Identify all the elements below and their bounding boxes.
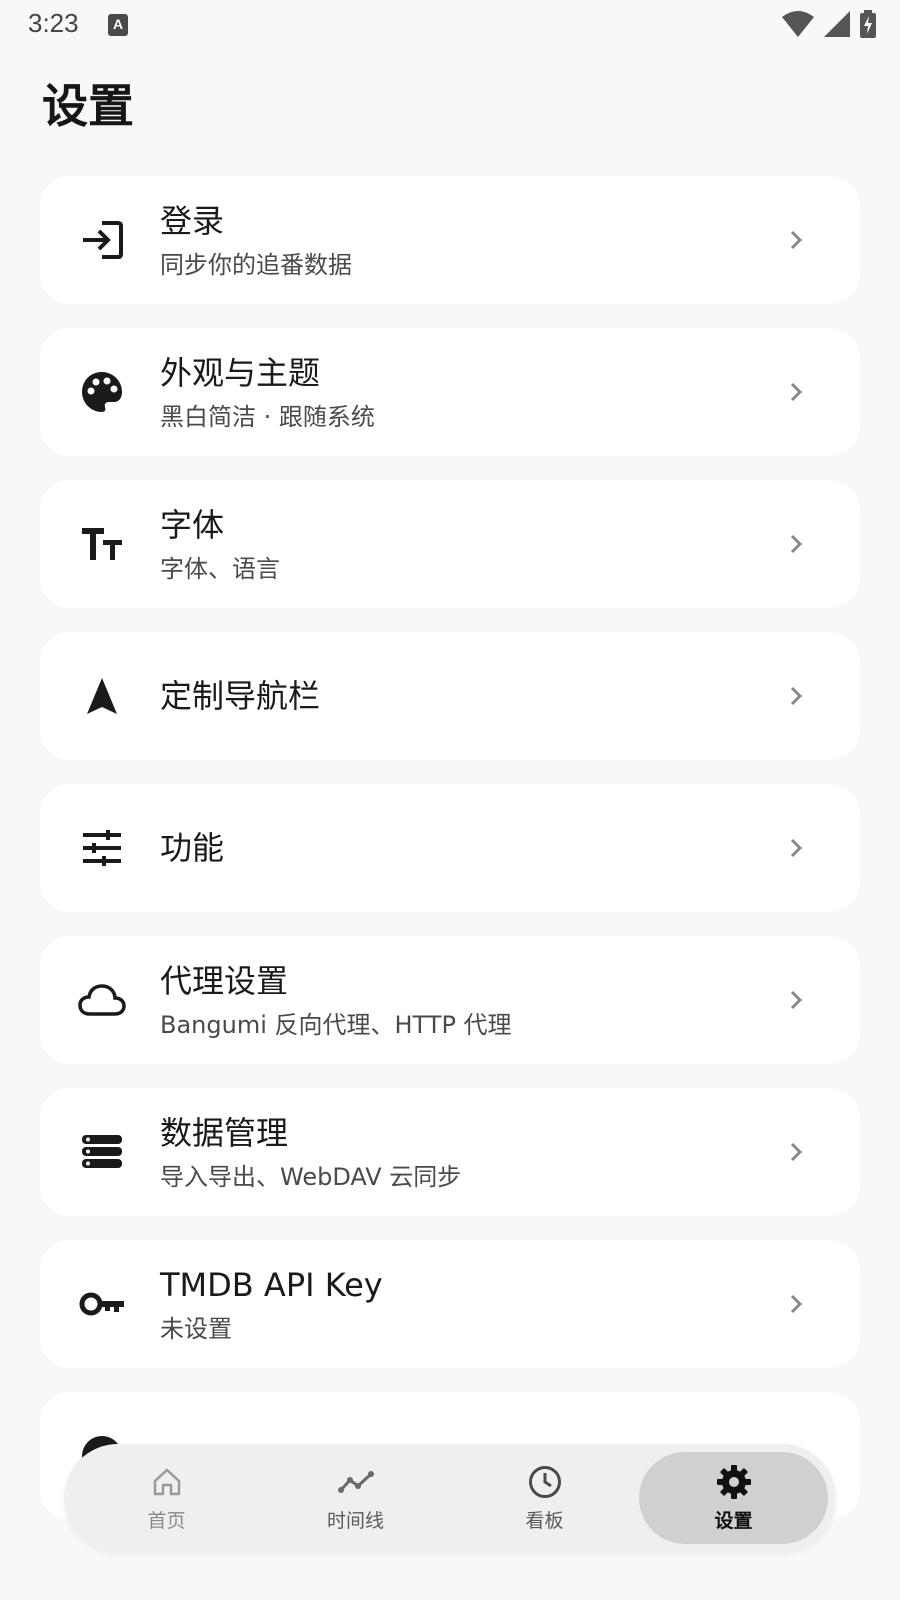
nav-label: 首页	[147, 1509, 186, 1532]
login-icon	[78, 216, 126, 264]
signal-icon	[824, 11, 850, 37]
settings-item-features[interactable]: 功能	[40, 784, 860, 912]
nav-label: 时间线	[326, 1509, 384, 1532]
battery-icon	[860, 10, 876, 38]
status-bar: 3:23 A	[0, 0, 900, 50]
tune-icon	[78, 824, 126, 872]
nav-item-board[interactable]: 看板	[450, 1452, 639, 1544]
gear-icon	[716, 1464, 752, 1500]
chevron-right-icon	[790, 534, 803, 554]
settings-item-tmdb-api-key[interactable]: TMDB API Key 未设置	[40, 1240, 860, 1368]
settings-item-title: 定制导航栏	[160, 677, 321, 715]
palette-icon	[78, 368, 126, 416]
text-size-icon	[78, 520, 126, 568]
settings-item-title: 外观与主题	[160, 354, 321, 392]
clock-icon	[527, 1464, 563, 1500]
settings-item-subtitle: 导入导出、WebDAV 云同步	[160, 1163, 462, 1191]
settings-item-appearance[interactable]: 外观与主题 黑白简洁 · 跟随系统	[40, 328, 860, 456]
settings-item-custom-navbar[interactable]: 定制导航栏	[40, 632, 860, 760]
chevron-right-icon	[790, 838, 803, 858]
bottom-navigation: 首页 时间线 看板 设置	[64, 1444, 836, 1552]
chevron-right-icon	[790, 990, 803, 1010]
key-icon	[78, 1280, 126, 1328]
wifi-icon	[782, 11, 814, 37]
settings-item-title: 代理设置	[160, 962, 289, 1000]
cloud-icon	[78, 976, 126, 1024]
navigation-arrow-icon	[78, 672, 126, 720]
chevron-right-icon	[790, 1294, 803, 1314]
settings-item-data-management[interactable]: 数据管理 导入导出、WebDAV 云同步	[40, 1088, 860, 1216]
settings-item-subtitle: 未设置	[160, 1315, 232, 1343]
chevron-right-icon	[790, 686, 803, 706]
page-title: 设置	[42, 79, 134, 133]
nav-item-settings[interactable]: 设置	[639, 1452, 828, 1544]
settings-item-subtitle: 字体、语言	[160, 555, 280, 583]
nav-item-timeline[interactable]: 时间线	[261, 1452, 450, 1544]
nav-item-home[interactable]: 首页	[72, 1452, 261, 1544]
home-icon	[149, 1464, 185, 1500]
settings-item-subtitle: 黑白简洁 · 跟随系统	[160, 403, 375, 431]
settings-list: 登录 同步你的追番数据 外观与主题 黑白简洁 · 跟随系统 字体 字体、语言 定…	[40, 176, 860, 1544]
status-icons	[782, 10, 876, 38]
chevron-right-icon	[790, 230, 803, 250]
chevron-right-icon	[790, 1142, 803, 1162]
settings-item-subtitle: Bangumi 反向代理、HTTP 代理	[160, 1011, 512, 1039]
settings-item-title: TMDB API Key	[160, 1266, 383, 1304]
chevron-right-icon	[790, 382, 803, 402]
settings-item-title: 数据管理	[160, 1114, 289, 1152]
settings-item-title: 功能	[160, 829, 225, 867]
nav-label: 设置	[714, 1509, 753, 1532]
storage-icon	[78, 1128, 126, 1176]
nav-label: 看板	[525, 1509, 564, 1532]
settings-item-login[interactable]: 登录 同步你的追番数据	[40, 176, 860, 304]
settings-item-font[interactable]: 字体 字体、语言	[40, 480, 860, 608]
notification-icon: A	[108, 14, 128, 36]
timeline-icon	[337, 1464, 374, 1500]
settings-item-title: 字体	[160, 506, 225, 544]
status-time: 3:23	[28, 8, 79, 38]
settings-item-proxy[interactable]: 代理设置 Bangumi 反向代理、HTTP 代理	[40, 936, 860, 1064]
settings-item-subtitle: 同步你的追番数据	[160, 251, 352, 279]
settings-item-title: 登录	[160, 202, 225, 240]
